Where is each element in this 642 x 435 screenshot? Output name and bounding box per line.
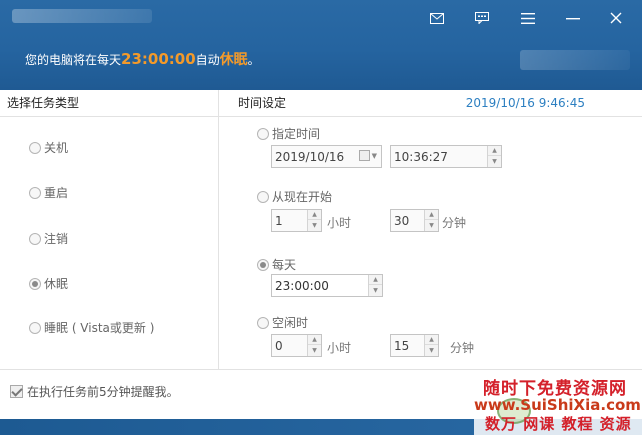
spin-down-icon: ▼ (492, 157, 497, 165)
message-mid: 自动 (195, 53, 220, 67)
radio-button-checked[interactable] (29, 277, 41, 290)
date-value: 2019/10/16 (275, 150, 345, 164)
hours-spinner[interactable]: ▲ ▼ (307, 335, 321, 356)
chat-icon[interactable] (471, 9, 493, 27)
radio-button[interactable] (257, 316, 269, 329)
task-type-heading: 选择任务类型 (0, 90, 218, 117)
remind-label: 在执行任务前5分钟提醒我。 (27, 385, 179, 399)
from-now-minutes-input[interactable]: 30 ▲ ▼ (390, 209, 439, 232)
radio-specified-time[interactable]: 指定时间 (257, 125, 320, 142)
specified-time-input[interactable]: 10:36:27 ▲ ▼ (390, 145, 502, 168)
radio-idle[interactable]: 空闲时 (257, 314, 308, 331)
daily-time-input[interactable]: 23:00:00 ▲ ▼ (271, 274, 383, 297)
hours-unit: 小时 (327, 341, 352, 355)
from-now-hours-input[interactable]: 1 ▲ ▼ (271, 209, 322, 232)
radio-sleep[interactable]: 睡眠 ( Vista或更新 ) (29, 319, 154, 336)
spin-up-icon: ▲ (425, 335, 438, 345)
time-settings-heading: 时间设定 (238, 96, 287, 110)
radio-button[interactable] (29, 232, 41, 245)
radio-label: 指定时间 (272, 127, 321, 141)
radio-label: 休眠 (44, 277, 69, 291)
spin-up-icon: ▲ (369, 275, 382, 285)
radio-label: 从现在开始 (272, 190, 333, 204)
message-prefix: 您的电脑将在每天 (25, 53, 122, 67)
minutes-unit: 分钟 (450, 341, 475, 355)
minimize-icon[interactable] (562, 9, 584, 27)
close-icon[interactable] (605, 9, 627, 27)
radio-hibernate[interactable]: 休眠 (29, 275, 68, 292)
message-suffix: 。 (247, 53, 260, 67)
remind-checkbox[interactable] (10, 385, 23, 398)
header-blurred-area (520, 50, 630, 70)
spin-up-icon: ▲ (425, 210, 438, 220)
watermark-line3: 数万 网课 教程 资源 (485, 415, 632, 433)
remind-option[interactable]: 在执行任务前5分钟提醒我。 (10, 383, 179, 400)
radio-label: 睡眠 ( Vista或更新 ) (44, 321, 155, 335)
radio-button[interactable] (257, 127, 269, 140)
spin-down-icon: ▼ (429, 346, 434, 354)
scheduled-action: 休眠 (219, 52, 248, 68)
time-settings-heading-bar: 时间设定 2019/10/16 9:46:45 (219, 90, 642, 117)
hours-value: 1 (275, 214, 283, 228)
date-picker[interactable]: 2019/10/16 ▼ (271, 145, 382, 168)
minutes-spinner[interactable]: ▲ ▼ (424, 210, 438, 231)
radio-label: 注销 (44, 232, 69, 246)
footer-divider (0, 369, 642, 370)
radio-from-now[interactable]: 从现在开始 (257, 188, 332, 205)
mail-icon[interactable] (426, 9, 448, 27)
spin-down-icon: ▼ (312, 221, 317, 229)
spin-down-icon: ▼ (429, 221, 434, 229)
daily-time-spinner[interactable]: ▲ ▼ (368, 275, 382, 296)
spin-up-icon: ▲ (488, 146, 501, 156)
watermark-line2: www.SuiShiXia.com (474, 396, 641, 414)
radio-label: 每天 (272, 258, 297, 272)
hours-spinner[interactable]: ▲ ▼ (307, 210, 321, 231)
header-banner: 您的电脑将在每天23:00:00自动休眠。 (0, 0, 642, 90)
calendar-dropdown-icon[interactable]: ▼ (358, 150, 377, 161)
spin-up-icon: ▲ (308, 210, 321, 220)
radio-label: 重启 (44, 186, 69, 200)
menu-icon[interactable] (517, 9, 539, 27)
radio-label: 关机 (44, 141, 69, 155)
radio-button-checked[interactable] (257, 258, 269, 271)
radio-daily[interactable]: 每天 (257, 256, 296, 273)
radio-button[interactable] (257, 190, 269, 203)
minutes-spinner[interactable]: ▲ ▼ (424, 335, 438, 356)
idle-minutes-input[interactable]: 15 ▲ ▼ (390, 334, 439, 357)
spin-up-icon: ▲ (308, 335, 321, 345)
app-title-blurred (12, 9, 152, 23)
time-value: 10:36:27 (394, 150, 448, 164)
radio-restart[interactable]: 重启 (29, 184, 68, 201)
scheduled-time: 23:00:00 (121, 50, 196, 68)
spin-down-icon: ▼ (312, 346, 317, 354)
radio-button[interactable] (29, 186, 41, 199)
radio-shutdown[interactable]: 关机 (29, 139, 68, 156)
hours-value: 0 (275, 339, 283, 353)
time-spinner[interactable]: ▲ ▼ (487, 146, 501, 167)
radio-button[interactable] (29, 141, 41, 154)
schedule-message: 您的电脑将在每天23:00:00自动休眠。 (25, 49, 260, 70)
minutes-unit: 分钟 (442, 216, 467, 230)
daily-time-value: 23:00:00 (275, 279, 329, 293)
idle-hours-input[interactable]: 0 ▲ ▼ (271, 334, 322, 357)
minutes-value: 30 (394, 214, 410, 228)
minutes-value: 15 (394, 339, 410, 353)
spin-down-icon: ▼ (373, 286, 378, 294)
radio-label: 空闲时 (272, 316, 309, 330)
radio-logoff[interactable]: 注销 (29, 230, 68, 247)
radio-button[interactable] (29, 321, 41, 334)
current-clock: 2019/10/16 9:46:45 (465, 96, 585, 110)
hours-unit: 小时 (327, 216, 352, 230)
